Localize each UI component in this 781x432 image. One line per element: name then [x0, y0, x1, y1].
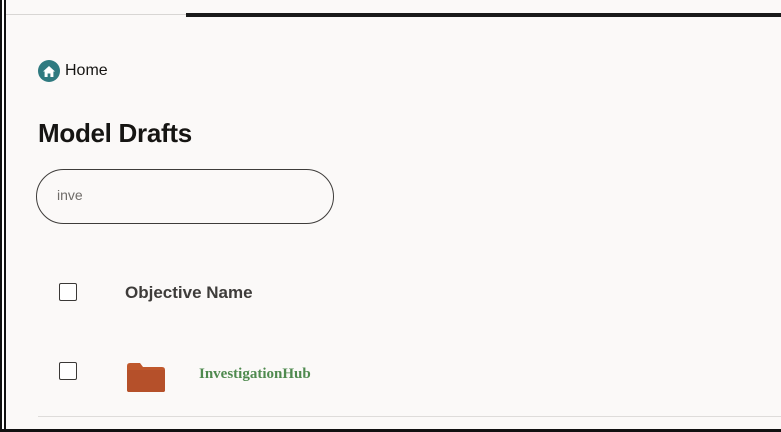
breadcrumb-home-label: Home: [65, 62, 108, 79]
objective-name-link[interactable]: InvestigationHub: [199, 366, 311, 383]
search-input[interactable]: [57, 187, 317, 203]
app-frame: Home Model Drafts Objective Name Investi…: [0, 0, 781, 432]
row-divider: [38, 416, 781, 417]
search-box[interactable]: [36, 169, 334, 224]
column-header-objective-name[interactable]: Objective Name: [125, 283, 253, 303]
select-all-checkbox[interactable]: [59, 283, 77, 301]
home-icon: [38, 60, 60, 82]
top-bar: [186, 13, 781, 17]
row-checkbox[interactable]: [59, 362, 77, 380]
breadcrumb-home[interactable]: Home: [38, 60, 108, 82]
window-border-left: [0, 0, 6, 432]
folder-icon: [127, 363, 165, 392]
page-title: Model Drafts: [38, 118, 192, 148]
top-divider: [6, 14, 186, 15]
